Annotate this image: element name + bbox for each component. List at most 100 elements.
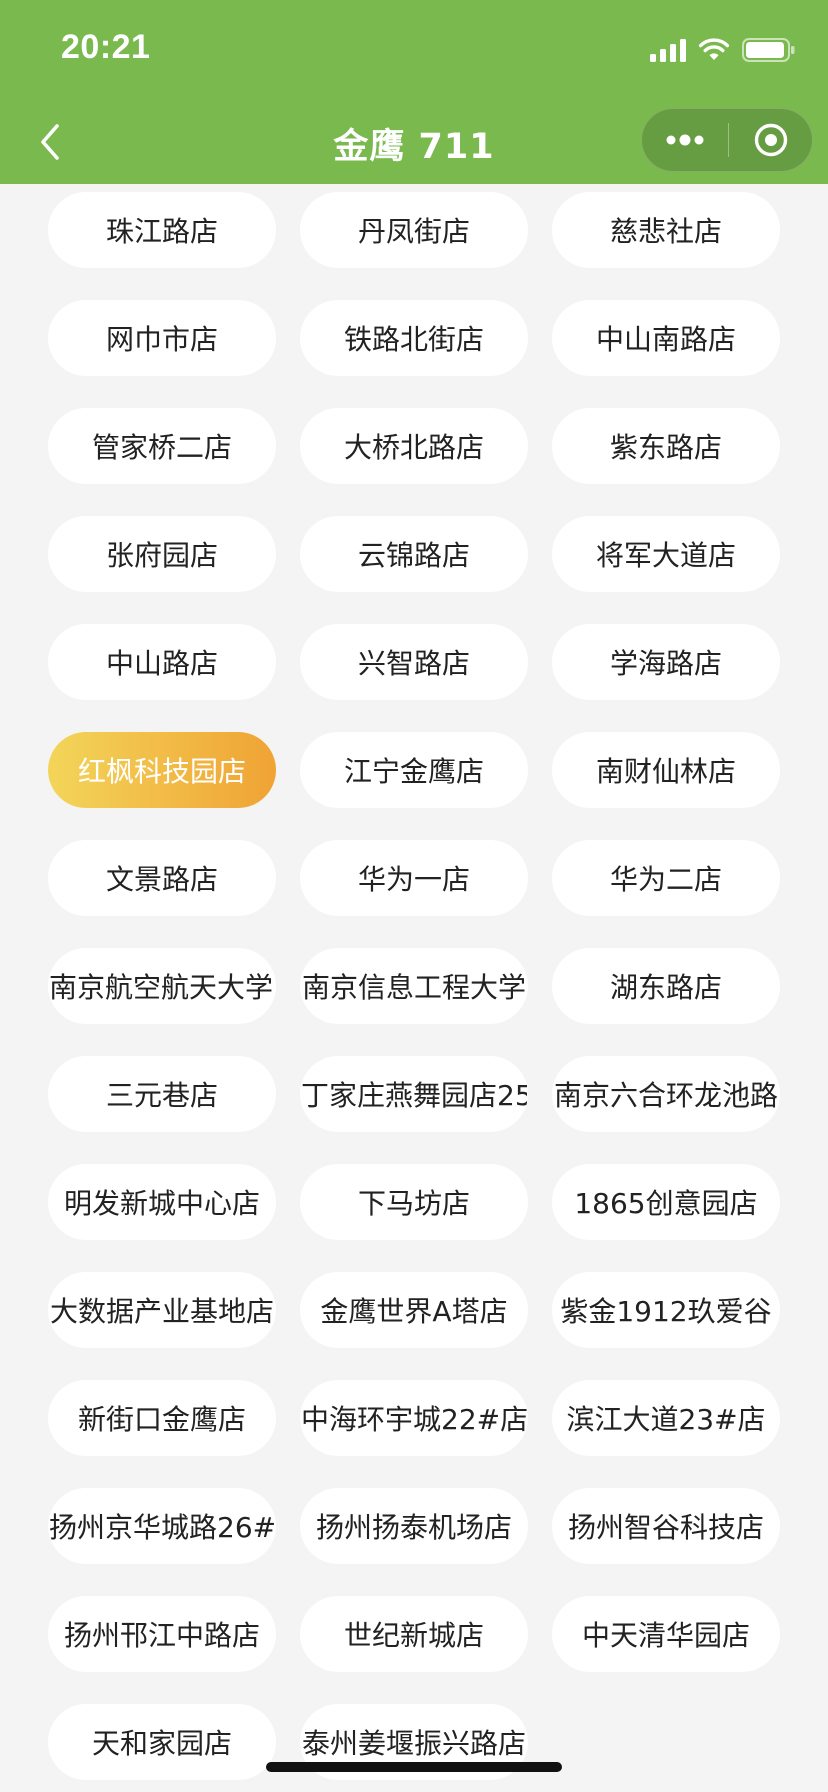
store-button[interactable]: 慈悲社店 [552, 192, 780, 268]
store-label: 网巾市店 [105, 323, 218, 356]
store-button[interactable]: 云锦路店 [300, 516, 528, 592]
store-button[interactable]: 三元巷店 [48, 1056, 276, 1132]
store-button[interactable]: 紫金1912玖爱谷 [552, 1272, 780, 1348]
store-label: 扬州智谷科技店 [567, 1511, 764, 1544]
store-list: 珠江路店 丹凤街店 慈悲社店网巾市店 铁路北街店 中山南路店管家桥二店 大桥北路店 紫东路店… [48, 192, 780, 1780]
store-button[interactable]: 新街口金鹰店 [48, 1380, 276, 1456]
store-label: 大桥北路店 [343, 431, 484, 464]
store-button[interactable]: 扬州邗江中路店 [48, 1596, 276, 1672]
store-button[interactable]: 丹凤街店 [300, 192, 528, 268]
target-circle-icon [754, 123, 788, 157]
navigation-bar: 金鹰 711 [0, 100, 828, 184]
store-label: 丹凤街店 [357, 215, 470, 248]
store-label: 南财仙林店 [595, 755, 736, 788]
store-label: 兴智路店 [357, 647, 470, 680]
close-button[interactable] [729, 109, 813, 171]
status-time: 20:21 [61, 28, 151, 66]
more-button[interactable] [642, 109, 728, 171]
store-label: 南京航空航天大学l [49, 971, 275, 1004]
store-label: 下马坊店 [357, 1187, 470, 1220]
store-button[interactable]: 1865创意园店 [552, 1164, 780, 1240]
store-button[interactable]: 大桥北路店 [300, 408, 528, 484]
store-button[interactable]: 南京信息工程大学 [300, 948, 528, 1024]
store-label: 湖东路店 [609, 971, 722, 1004]
store-label: 世纪新城店 [343, 1619, 484, 1652]
store-label: 扬州扬泰机场店 [315, 1511, 512, 1544]
store-button[interactable]: 扬州扬泰机场店 [300, 1488, 528, 1564]
store-button[interactable]: 湖东路店 [552, 948, 780, 1024]
store-button[interactable]: 中海环宇城22#店 [300, 1380, 528, 1456]
store-button[interactable]: 紫东路店 [552, 408, 780, 484]
store-button[interactable]: 江宁金鹰店 [300, 732, 528, 808]
store-label: 中山南路店 [595, 323, 736, 356]
store-button[interactable]: 网巾市店 [48, 300, 276, 376]
store-label: 将军大道店 [595, 539, 736, 572]
store-label: 紫东路店 [609, 431, 722, 464]
store-label: 新街口金鹰店 [77, 1403, 246, 1436]
store-button[interactable]: 中天清华园店 [552, 1596, 780, 1672]
store-label: 文景路店 [105, 863, 218, 896]
store-label: 南京六合环龙池路 [553, 1079, 778, 1112]
store-button[interactable]: 华为一店 [300, 840, 528, 916]
store-label: 中天清华园店 [581, 1619, 750, 1652]
store-button[interactable]: 管家桥二店 [48, 408, 276, 484]
store-label: 华为二店 [609, 863, 722, 896]
store-label: 丁家庄燕舞园店25 [301, 1079, 527, 1112]
store-button[interactable]: 学海路店 [552, 624, 780, 700]
store-label: 天和家园店 [91, 1727, 232, 1760]
store-button[interactable]: 华为二店 [552, 840, 780, 916]
store-label: 滨江大道23#店 [566, 1403, 766, 1436]
store-button[interactable]: 扬州智谷科技店 [552, 1488, 780, 1564]
store-button[interactable]: 丁家庄燕舞园店25 [300, 1056, 528, 1132]
store-button[interactable]: 中山路店 [48, 624, 276, 700]
store-button[interactable]: 大数据产业基地店 [48, 1272, 276, 1348]
store-button-selected[interactable]: 红枫科技园店 [48, 732, 276, 808]
store-label: 红枫科技园店 [77, 755, 246, 788]
store-label: 明发新城中心店 [63, 1187, 260, 1220]
store-label: 珠江路店 [105, 215, 218, 248]
more-dots-icon [666, 134, 704, 146]
store-button[interactable]: 南京六合环龙池路 [552, 1056, 780, 1132]
store-button[interactable]: 世纪新城店 [300, 1596, 528, 1672]
store-label: 紫金1912玖爱谷 [560, 1295, 772, 1328]
store-button[interactable]: 兴智路店 [300, 624, 528, 700]
wifi-icon [698, 38, 730, 62]
store-button[interactable]: 文景路店 [48, 840, 276, 916]
home-indicator [266, 1762, 562, 1772]
store-button[interactable]: 中山南路店 [552, 300, 780, 376]
store-button[interactable]: 将军大道店 [552, 516, 780, 592]
store-button[interactable]: 扬州京华城路26# [48, 1488, 276, 1564]
store-label: 华为一店 [357, 863, 470, 896]
store-label: 江宁金鹰店 [343, 755, 484, 788]
cellular-signal-icon [650, 38, 686, 62]
store-button[interactable]: 滨江大道23#店 [552, 1380, 780, 1456]
store-button[interactable]: 天和家园店 [48, 1704, 276, 1780]
mini-program-capsule [641, 108, 813, 172]
store-button[interactable]: 明发新城中心店 [48, 1164, 276, 1240]
store-label: 1865创意园店 [574, 1187, 758, 1220]
app-header: 20:21 金鹰 711 [0, 0, 828, 184]
store-label: 大数据产业基地店 [49, 1295, 274, 1328]
store-label: 管家桥二店 [91, 431, 232, 464]
store-label: 泰州姜堰振兴路店 [301, 1727, 526, 1760]
store-label: 云锦路店 [357, 539, 470, 572]
store-button[interactable]: 张府园店 [48, 516, 276, 592]
store-label: 南京信息工程大学 [301, 971, 526, 1004]
store-button[interactable]: 南财仙林店 [552, 732, 780, 808]
store-label: 中山路店 [105, 647, 218, 680]
store-label: 慈悲社店 [609, 215, 722, 248]
store-label: 三元巷店 [105, 1079, 218, 1112]
status-icons [650, 36, 796, 64]
store-label: 扬州京华城路26# [49, 1511, 275, 1544]
store-button[interactable]: 下马坊店 [300, 1164, 528, 1240]
store-label: 扬州邗江中路店 [63, 1619, 260, 1652]
store-label: 张府园店 [105, 539, 218, 572]
store-label: 铁路北街店 [343, 323, 484, 356]
battery-icon [742, 37, 796, 63]
status-bar: 20:21 [0, 0, 828, 100]
store-button[interactable]: 铁路北街店 [300, 300, 528, 376]
store-button[interactable]: 珠江路店 [48, 192, 276, 268]
store-label: 学海路店 [609, 647, 722, 680]
store-button[interactable]: 金鹰世界A塔店 [300, 1272, 528, 1348]
store-button[interactable]: 南京航空航天大学l [48, 948, 276, 1024]
